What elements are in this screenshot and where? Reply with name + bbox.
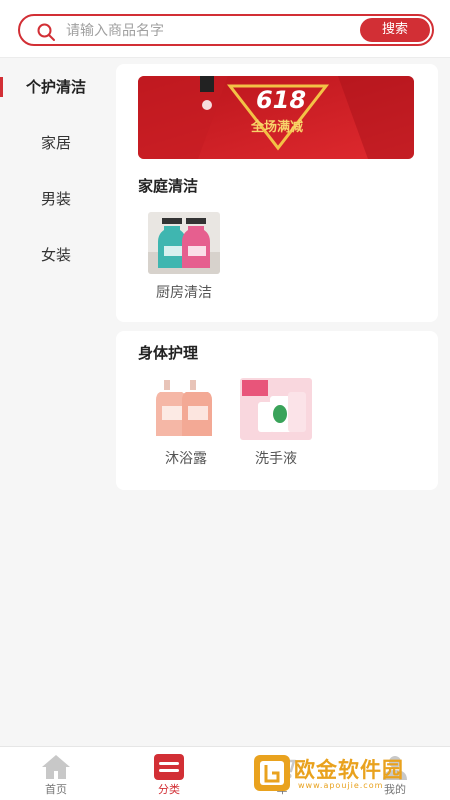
watermark-logo-icon [254, 755, 290, 791]
sidebar-item-label: 个护清洁 [25, 78, 86, 96]
search-button[interactable]: 搜索 [360, 18, 430, 42]
product-label: 厨房清洁 [156, 285, 212, 301]
sidebar-item-womenswear[interactable]: 女装 [0, 235, 112, 275]
tab-home[interactable]: 首页 [16, 747, 96, 800]
section-title: 家庭清洁 [138, 177, 199, 195]
category-card-body-care: 身体护理 沐浴露 洗手液 [116, 331, 438, 490]
active-indicator [0, 77, 3, 97]
promo-banner[interactable]: 618 全场满减 [138, 76, 414, 159]
category-icon [154, 754, 184, 780]
tab-category[interactable]: 分类 [129, 747, 209, 800]
sidebar-item-label: 男装 [40, 190, 71, 208]
product-image [150, 378, 222, 440]
category-card-household: 618 全场满减 家庭清洁 厨房清洁 [116, 64, 438, 322]
search-icon [37, 23, 55, 41]
product-label: 沐浴露 [165, 451, 207, 467]
sidebar-item-personal-care[interactable]: 个护清洁 [0, 67, 112, 107]
tab-label: 首页 [45, 783, 67, 796]
sidebar-item-label: 家居 [40, 134, 71, 152]
banner-subline: 全场满减 [250, 120, 303, 135]
watermark: 欧金软件园 www.apoujie.com [250, 752, 445, 794]
search-input[interactable] [66, 19, 356, 43]
sidebar-item-home[interactable]: 家居 [0, 123, 112, 163]
product-item[interactable]: 洗手液 [236, 378, 316, 468]
section-title: 身体护理 [138, 344, 199, 362]
search-header: 搜索 [0, 0, 450, 58]
sidebar-item-menswear[interactable]: 男装 [0, 179, 112, 219]
category-sidebar: 个护清洁 家居 男装 女装 [0, 58, 112, 746]
product-item[interactable]: 厨房清洁 [144, 212, 224, 302]
product-image [148, 212, 220, 274]
product-label: 洗手液 [255, 451, 297, 467]
product-item[interactable]: 沐浴露 [146, 378, 226, 468]
home-icon [42, 755, 70, 779]
tab-label: 分类 [158, 783, 180, 796]
watermark-url: www.apoujie.com [298, 781, 384, 790]
sidebar-item-label: 女装 [40, 246, 71, 264]
banner-headline: 618 [255, 86, 307, 114]
product-image [240, 378, 312, 440]
search-box[interactable]: 搜索 [18, 14, 434, 46]
watermark-text: 欧金软件园 [294, 758, 404, 782]
